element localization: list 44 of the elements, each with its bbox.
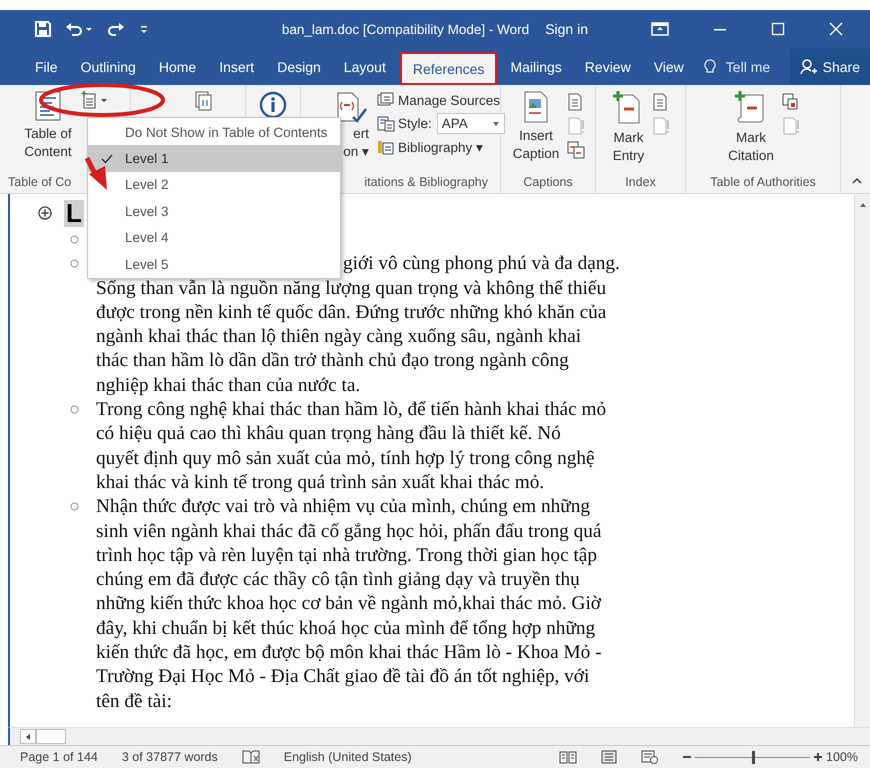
ribbon-tab[interactable]: Outlining [70,48,147,85]
insert-caption-button[interactable]: Insert Caption [510,91,562,163]
window-title: ban_lam.doc [Compatibility Mode] - Word [282,22,530,36]
language-label[interactable]: English (United States) [284,750,412,764]
paragraph: Nhận thức được vai trò và nhiệm vụ của mình, chúng em những sinh viên ngành khai thác đã cố gắng học hỏi, phấn đấu trong quá trình học tập và rèn luyện tại nhà trường. Trong thời gian học tập chúng em đã được các thầy cô tận tình giảng dạy và truyền thụ những kiến thức khoa học cơ bản về ngành mỏ,khai thác mỏ. Giờ đây, khi chuẩn bị kết thúc khoá học của mình để tổng hợp những kiến thức đã học, em được bộ môn khai thác Hầm lò - Khoa Mỏ - Trường Đại Học Mỏ - Địa Chất giao đề tài đồ án tốt nghiệp, với tên đề tài: [96,495,602,714]
manage-sources-button[interactable]: Manage Sources [377,91,505,109]
ribbon-tab[interactable]: View [642,48,695,85]
page-count[interactable]: Page 1 of 144 [20,750,98,764]
bibliography-button[interactable]: Bibliography ▾ [377,138,505,156]
style-label: Style: [398,116,432,131]
menu-item[interactable]: Level 2 [88,172,340,198]
group-label: itations & Bibliography [363,175,489,191]
tell-me-field[interactable]: Tell me [720,58,776,76]
text-line: giới vô cùng phong phú và đa dạng. [343,252,620,276]
share-button[interactable]: Share [790,48,870,85]
menu-item[interactable]: Do Not Show in Table of Contents [88,119,340,146]
menu-item[interactable]: Level 1 [88,145,340,172]
ribbon-tab[interactable]: Review [574,48,642,85]
ribbon-tab[interactable]: Mailings [499,48,573,85]
menu-item[interactable]: Level 4 [88,224,340,251]
insert-citation-label[interactable]: on ▾ [343,143,369,161]
paragraph: Sống than vẫn là nguồn năng lượng quan trọng và không thể thiếu được trong nền kinh tế quốc dân. Đứng trước những khó khăn của ngành khai thác than lộ thiên ngày càng xuống sâu, ngành khai thác than hầm lò dần dần trở thành chủ đạo trong ngành công nghiệp khai thác than của nước ta. [96,276,606,398]
menu-item[interactable]: Level 5 [88,250,340,278]
ribbon-tab[interactable]: Layout [332,48,397,85]
table-of-contents-button[interactable]: Table of Content [22,91,74,161]
ribbon-tab[interactable]: Design [266,48,332,85]
group-label: Table of Authorities [709,175,817,191]
zoom-level[interactable]: 100% [826,750,858,764]
style-dropdown[interactable]: APA [436,113,505,134]
ribbon-tab[interactable]: References [400,52,498,85]
ribbon-tab[interactable]: Insert [208,48,266,85]
document-heading: L [64,200,84,226]
ribbon-tab[interactable]: Home [148,48,208,85]
group-label: Captions [522,175,574,191]
ribbon-tab[interactable]: File [24,48,69,85]
mark-entry-button[interactable]: Mark Entry [610,91,646,165]
paragraph: Trong công nghệ khai thác than hầm lò, để tiến hành khai thác mỏ có hiệu quả cao thì khâu quan trọng hàng đầu là thiết kế. Nó quyết định quy mô sản xuất của mỏ, tính hợp lý trong công nghệ khai thác và kinh tế trong quá trình sản xuất khai thác mỏ. [96,398,606,495]
group-label: Index [624,175,657,191]
insert-citation-label[interactable]: ert [353,125,369,143]
word-count[interactable]: 3 of 37877 words [122,750,218,764]
group-label: Table of Co [8,175,72,191]
mark-citation-button[interactable]: Mark Citation [726,91,776,165]
sign-in-link[interactable]: Sign in [539,20,594,38]
menu-item[interactable]: Level 3 [88,198,340,225]
